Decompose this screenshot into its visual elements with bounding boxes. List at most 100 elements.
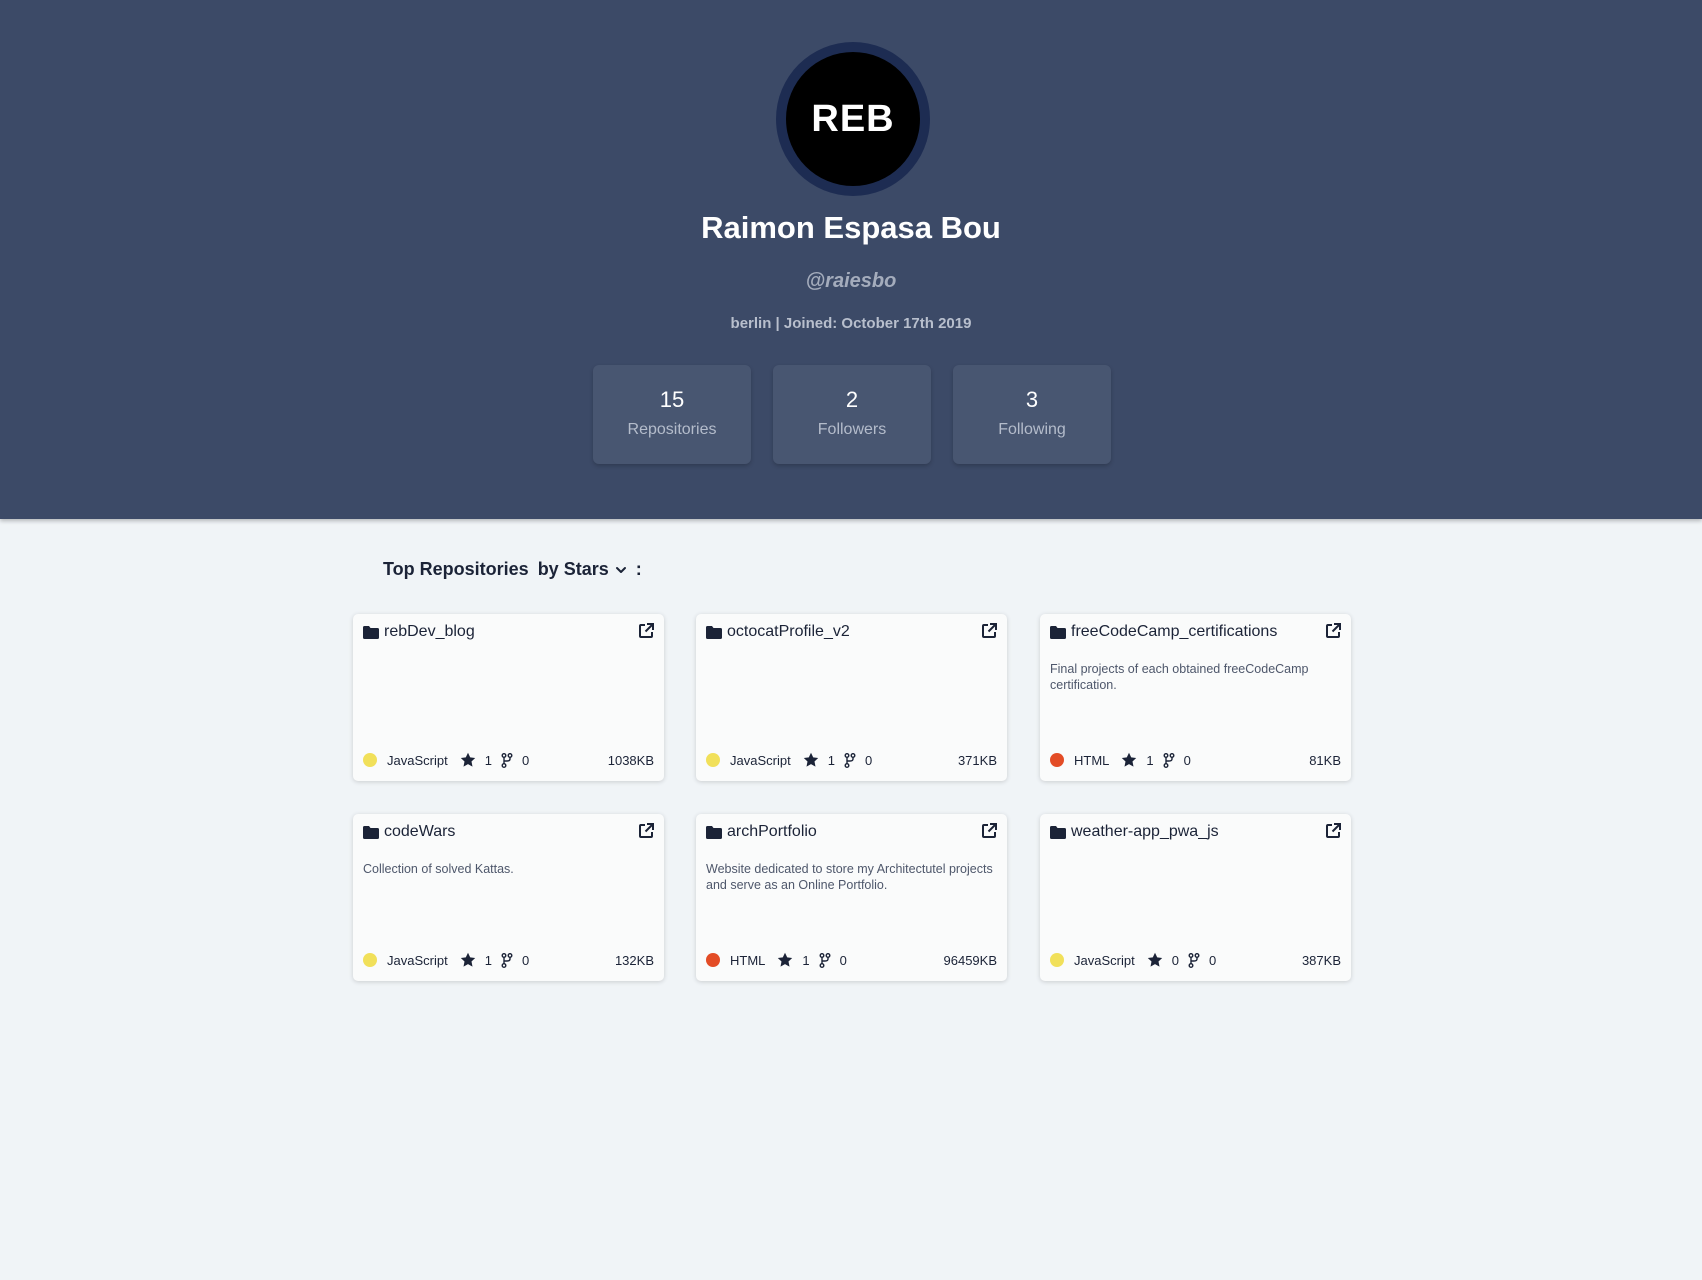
repo-name: weather-app_pwa_js: [1071, 823, 1219, 840]
repo-card[interactable]: freeCodeCamp_certifications Final projec…: [1040, 614, 1351, 781]
repo-stars: 0: [1171, 952, 1179, 968]
repo-card[interactable]: octocatProfile_v2 JavaScript 1 0 371KB: [696, 614, 1007, 781]
repo-footer: JavaScript 1 0 371KB: [706, 752, 997, 768]
fork-icon: [501, 952, 513, 968]
repo-footer: HTML 1 0 96459KB: [706, 952, 997, 968]
folder-icon: [363, 825, 379, 839]
stat-label: Following: [998, 421, 1066, 438]
repo-language: JavaScript: [730, 752, 791, 768]
repo-language: HTML: [1074, 752, 1110, 768]
external-link-icon[interactable]: [1325, 822, 1342, 839]
repo-forks: 0: [1208, 952, 1217, 968]
stat-value: 15: [659, 387, 685, 412]
repo-forks: 0: [839, 952, 847, 968]
repo-size: 96459KB: [943, 952, 998, 968]
star-icon: [460, 952, 475, 967]
repo-language: JavaScript: [1074, 952, 1135, 968]
profile-header: REB Raimon Espasa Bou @raiesbo berlin | …: [0, 0, 1702, 519]
star-icon: [778, 952, 793, 967]
repo-title[interactable]: octocatProfile_v2: [706, 623, 850, 641]
stat-following[interactable]: 3 Following: [953, 365, 1111, 464]
star-icon: [803, 752, 818, 767]
folder-icon: [363, 625, 379, 639]
repo-footer: JavaScript 1 0 132KB: [363, 952, 654, 968]
repo-name: rebDev_blog: [384, 623, 475, 640]
star-icon: [1122, 752, 1137, 767]
repo-size: 132KB: [614, 952, 654, 968]
repo-title[interactable]: freeCodeCamp_certifications: [1050, 623, 1277, 641]
external-link-icon[interactable]: [981, 622, 998, 639]
repo-stars: 1: [1146, 752, 1154, 768]
language-color-dot: [1050, 753, 1064, 767]
repo-name: freeCodeCamp_certifications: [1071, 623, 1278, 640]
repo-size: 371KB: [957, 752, 997, 768]
fork-icon: [844, 752, 856, 768]
profile-handle[interactable]: @raiesbo: [0, 270, 1702, 293]
language-color-dot: [1050, 953, 1064, 967]
repo-card[interactable]: rebDev_blog JavaScript 1 0 1038KB: [353, 614, 664, 781]
repo-description: Final projects of each obtained freeCode…: [1050, 662, 1309, 692]
language-color-dot: [706, 753, 720, 767]
repo-description: Website dedicated to store my Architectu…: [706, 862, 993, 892]
profile-meta: berlin | Joined: October 17th 2019: [730, 315, 972, 332]
avatar: REB: [786, 52, 920, 186]
repo-footer: HTML 1 0 81KB: [1050, 752, 1341, 768]
repo-forks: 0: [1183, 752, 1191, 768]
fork-icon: [819, 952, 831, 968]
repo-size: 387KB: [1301, 952, 1341, 968]
sort-label: by Stars: [537, 559, 609, 579]
repo-size: 1038KB: [607, 752, 654, 768]
repo-title[interactable]: archPortfolio: [706, 823, 817, 841]
language-color-dot: [706, 953, 720, 967]
language-color-dot: [363, 753, 377, 767]
repo-title[interactable]: weather-app_pwa_js: [1050, 823, 1219, 841]
stat-label: Repositories: [627, 421, 717, 438]
fork-icon: [501, 752, 513, 768]
top-repositories-heading: Top Repositories by Stars :: [383, 559, 642, 580]
repo-title[interactable]: rebDev_blog: [363, 623, 475, 641]
repo-name: codeWars: [384, 823, 456, 840]
repo-footer: JavaScript 1 0 1038KB: [363, 752, 654, 768]
folder-icon: [1050, 625, 1066, 639]
section-title: Top Repositories: [383, 559, 529, 579]
repo-forks: 0: [521, 752, 530, 768]
repo-card[interactable]: archPortfolio Website dedicated to store…: [696, 814, 1007, 981]
star-icon: [460, 752, 475, 767]
repo-stars: 1: [827, 752, 835, 768]
language-color-dot: [363, 953, 377, 967]
external-link-icon[interactable]: [638, 822, 655, 839]
profile-name: Raimon Espasa Bou: [701, 210, 1001, 245]
stat-label: Followers: [817, 421, 887, 438]
repo-stars: 1: [484, 952, 492, 968]
repo-name: archPortfolio: [727, 823, 817, 840]
repo-size: 81KB: [1309, 752, 1341, 768]
repo-stars: 1: [484, 752, 492, 768]
folder-icon: [706, 625, 722, 639]
repo-stars: 1: [802, 952, 810, 968]
repo-card[interactable]: weather-app_pwa_js JavaScript 0 0 387KB: [1040, 814, 1351, 981]
repo-card[interactable]: codeWars Collection of solved Kattas. Ja…: [353, 814, 664, 981]
repo-forks: 0: [864, 752, 873, 768]
fork-icon: [1188, 952, 1200, 968]
repo-name: octocatProfile_v2: [727, 623, 850, 640]
stat-value: 3: [1025, 387, 1039, 412]
external-link-icon[interactable]: [981, 822, 998, 839]
repo-language: JavaScript: [387, 752, 448, 768]
folder-icon: [1050, 825, 1066, 839]
external-link-icon[interactable]: [638, 622, 655, 639]
repo-footer: JavaScript 0 0 387KB: [1050, 952, 1341, 968]
stat-followers[interactable]: 2 Followers: [773, 365, 931, 464]
repo-description: Collection of solved Kattas.: [363, 862, 514, 876]
sort-dropdown[interactable]: by Stars: [538, 559, 628, 580]
stat-value: 2: [845, 387, 859, 412]
colon: :: [635, 559, 642, 579]
external-link-icon[interactable]: [1325, 622, 1342, 639]
repo-language: JavaScript: [387, 952, 448, 968]
folder-icon: [706, 825, 722, 839]
star-icon: [1147, 952, 1162, 967]
repo-forks: 0: [521, 952, 530, 968]
repo-language: HTML: [730, 952, 766, 968]
fork-icon: [1163, 752, 1175, 768]
stat-repositories[interactable]: 15 Repositories: [593, 365, 751, 464]
repo-title[interactable]: codeWars: [363, 823, 455, 841]
